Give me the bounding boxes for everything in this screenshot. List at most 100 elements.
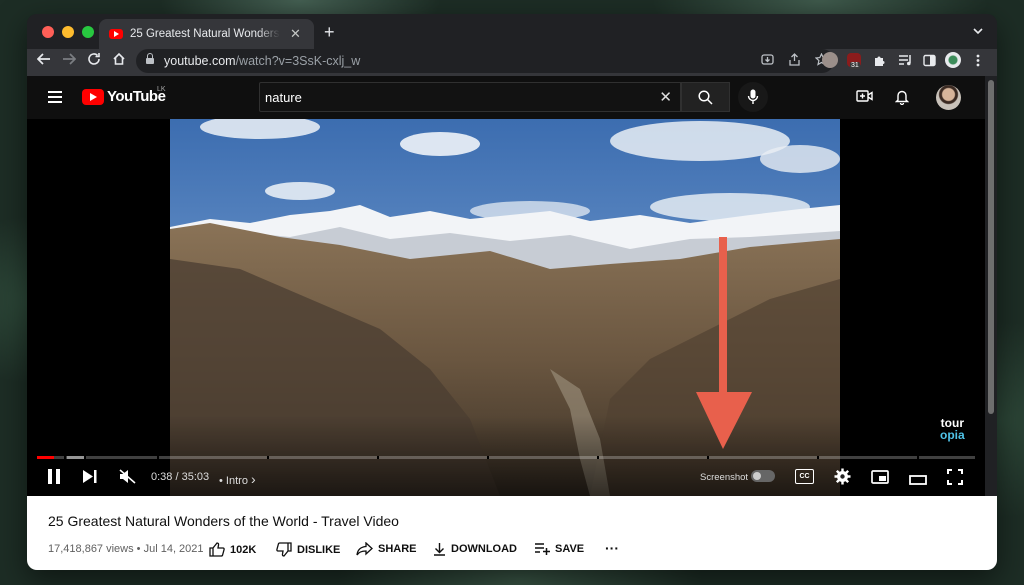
share-icon[interactable] bbox=[788, 53, 801, 66]
video-meta: 17,418,867 views • Jul 14, 2021 bbox=[48, 543, 204, 555]
save-button[interactable]: SAVE bbox=[534, 542, 584, 555]
video-title: 25 Greatest Natural Wonders of the World… bbox=[48, 513, 399, 529]
pause-icon bbox=[48, 469, 60, 484]
youtube-header: YouTube LK nature ✕ bbox=[27, 76, 985, 119]
annotation-down-arrow bbox=[696, 237, 752, 449]
forward-arrow-icon bbox=[63, 53, 77, 65]
window-controls bbox=[42, 26, 94, 38]
video-player[interactable]: tour opia 0:38 / 35:03 • Intro › Screens… bbox=[27, 119, 985, 496]
dislike-button[interactable]: DISLIKE bbox=[276, 542, 340, 557]
back-button[interactable] bbox=[36, 52, 51, 70]
miniplayer-button[interactable] bbox=[871, 470, 889, 489]
notifications-button[interactable] bbox=[894, 89, 910, 108]
tab-bar: 25 Greatest Natural Wonders of the World… bbox=[27, 14, 997, 49]
buffered-bar bbox=[67, 456, 84, 459]
watermark-line2: opia bbox=[940, 428, 965, 442]
chapter-marker bbox=[707, 456, 709, 459]
browser-window: 25 Greatest Natural Wonders of the World… bbox=[27, 14, 997, 570]
country-code: LK bbox=[157, 86, 166, 93]
subtitles-cc-icon: CC bbox=[795, 469, 814, 484]
install-app-icon[interactable] bbox=[761, 53, 774, 66]
microphone-icon bbox=[747, 89, 759, 104]
chapter-marker bbox=[597, 456, 599, 459]
youtube-favicon-icon bbox=[109, 29, 123, 39]
youtube-play-logo-icon bbox=[82, 88, 104, 105]
screenshot-label: Screenshot bbox=[700, 472, 749, 483]
more-actions-button[interactable]: ··· bbox=[605, 540, 619, 556]
miniplayer-icon bbox=[871, 470, 889, 484]
fullscreen-icon bbox=[947, 469, 963, 485]
download-button[interactable]: DOWNLOAD bbox=[433, 542, 517, 556]
share-label: SHARE bbox=[378, 543, 417, 555]
profile-avatar-icon[interactable] bbox=[945, 52, 961, 68]
search-input[interactable]: nature ✕ bbox=[259, 82, 681, 112]
screenshot-toggle[interactable] bbox=[751, 470, 775, 482]
share-arrow-icon bbox=[356, 542, 373, 556]
url-path: /watch?v=3SsK-cxlj_w bbox=[235, 54, 361, 68]
theater-mode-icon bbox=[909, 475, 927, 485]
extension-badge: 31 bbox=[850, 62, 860, 69]
time-separator: / bbox=[172, 471, 182, 483]
youtube-logo[interactable]: YouTube LK bbox=[82, 86, 166, 105]
account-avatar[interactable] bbox=[936, 85, 961, 110]
close-window-button[interactable] bbox=[42, 26, 54, 38]
clear-search-icon[interactable]: ✕ bbox=[659, 88, 672, 106]
create-video-icon bbox=[856, 90, 873, 102]
chapter-title: Intro bbox=[225, 475, 248, 487]
dislike-label: DISLIKE bbox=[297, 543, 341, 556]
create-button[interactable] bbox=[856, 89, 873, 106]
share-button[interactable]: SHARE bbox=[356, 542, 417, 556]
forward-button[interactable] bbox=[62, 52, 77, 70]
address-bar[interactable]: youtube.com/watch?v=3SsK-cxlj_w bbox=[136, 49, 834, 73]
mute-button[interactable] bbox=[119, 469, 136, 489]
download-label: DOWNLOAD bbox=[451, 543, 517, 555]
chapter-marker bbox=[84, 456, 86, 459]
browser-menu-icon[interactable] bbox=[976, 54, 980, 70]
scrollbar-thumb[interactable] bbox=[988, 80, 994, 414]
ublock-extension-icon[interactable]: 31 bbox=[847, 53, 861, 69]
fullscreen-button[interactable] bbox=[947, 469, 963, 490]
media-queue-icon[interactable] bbox=[898, 54, 912, 69]
new-tab-button[interactable]: + bbox=[324, 22, 335, 43]
progress-bar[interactable] bbox=[37, 456, 975, 459]
subtitles-button[interactable]: CC bbox=[795, 469, 814, 484]
search-icon bbox=[698, 90, 713, 105]
pause-button[interactable] bbox=[47, 469, 61, 489]
chapter-marker bbox=[157, 456, 159, 459]
search-button[interactable] bbox=[681, 82, 730, 112]
volume-muted-icon bbox=[119, 469, 136, 484]
side-panel-icon[interactable] bbox=[923, 54, 936, 70]
search-query: nature bbox=[265, 90, 302, 105]
settings-button[interactable] bbox=[834, 468, 851, 490]
maximize-window-button[interactable] bbox=[82, 26, 94, 38]
thumbs-up-icon bbox=[209, 542, 225, 557]
tab-youtube[interactable]: 25 Greatest Natural Wonders of the World… bbox=[99, 19, 314, 49]
tab-search-chevron-icon[interactable] bbox=[973, 24, 983, 38]
url-host: youtube.com bbox=[164, 54, 236, 68]
theater-mode-button[interactable] bbox=[909, 472, 927, 490]
chapter-chevron-icon: › bbox=[251, 471, 256, 487]
extensions-puzzle-icon[interactable] bbox=[873, 54, 886, 70]
browser-toolbar: youtube.com/watch?v=3SsK-cxlj_w 31 bbox=[27, 49, 997, 76]
chapter-marker bbox=[377, 456, 379, 459]
bell-icon bbox=[894, 90, 910, 106]
thumbs-down-icon bbox=[276, 542, 292, 557]
next-button[interactable] bbox=[83, 470, 97, 488]
voice-search-button[interactable] bbox=[738, 82, 768, 112]
tab-close-icon[interactable]: ✕ bbox=[290, 26, 301, 42]
chapter-marker bbox=[917, 456, 919, 459]
home-button[interactable] bbox=[112, 52, 126, 70]
reload-button[interactable] bbox=[87, 52, 101, 70]
extension-face-icon[interactable] bbox=[822, 52, 838, 68]
url-text[interactable]: youtube.com/watch?v=3SsK-cxlj_w bbox=[164, 54, 360, 68]
download-icon bbox=[434, 543, 445, 556]
like-button[interactable]: 102K bbox=[209, 542, 256, 557]
home-icon bbox=[113, 52, 125, 65]
channel-watermark[interactable]: tour opia bbox=[940, 417, 965, 441]
back-arrow-icon bbox=[36, 53, 50, 65]
chapter-marker bbox=[487, 456, 489, 459]
guide-menu-icon[interactable] bbox=[48, 91, 62, 106]
page-scrollbar[interactable] bbox=[985, 76, 997, 496]
minimize-window-button[interactable] bbox=[62, 26, 74, 38]
chapter-button[interactable]: • Intro › bbox=[219, 471, 256, 487]
